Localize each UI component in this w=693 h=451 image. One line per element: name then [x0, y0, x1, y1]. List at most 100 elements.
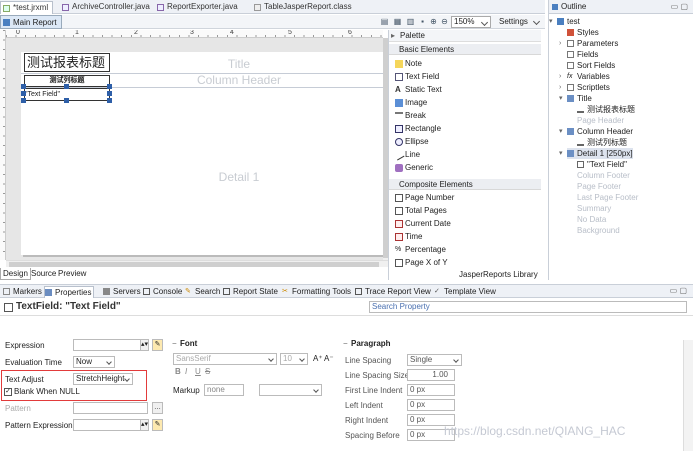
palette-item-current-date[interactable]: Current Date — [395, 218, 451, 230]
tab-properties[interactable]: Properties — [44, 286, 95, 298]
palette-item-generic[interactable]: Generic — [395, 162, 433, 174]
palette-item-note[interactable]: Note — [395, 58, 422, 70]
view-controls-icon[interactable]: ▭ ▢ — [670, 286, 687, 295]
outline-item-styles[interactable]: Styles — [567, 27, 599, 38]
pattern-expression-input[interactable] — [73, 419, 148, 431]
tab-servers[interactable]: Servers — [103, 286, 141, 298]
increase-font-icon[interactable]: A⁺ — [313, 354, 323, 363]
editor-tab-reportexporter[interactable]: ReportExporter.java — [155, 1, 242, 14]
canvas-horizontal-scrollbar[interactable] — [6, 260, 388, 267]
markup-combo[interactable] — [259, 384, 322, 396]
resize-handle[interactable] — [107, 91, 112, 96]
expression-editor-icon[interactable]: ✎ — [152, 339, 163, 351]
outline-item-last-page-footer[interactable]: Last Page Footer — [567, 192, 638, 203]
expression-stepper[interactable]: ▴▾ — [140, 339, 149, 351]
editor-tab-archivecontroller[interactable]: ArchiveController.java — [60, 1, 154, 14]
font-section-header[interactable]: Font — [172, 339, 197, 348]
pattern-expression-stepper[interactable]: ▴▾ — [140, 419, 149, 431]
palette-section-composite[interactable]: Composite Elements — [389, 179, 541, 190]
align-icon[interactable]: ▦ — [393, 17, 402, 26]
palette-item-ellipse[interactable]: Ellipse — [395, 136, 429, 148]
layout-icon[interactable]: ▤ — [380, 17, 389, 26]
design-canvas[interactable]: 测试报表标题 Title 测试列标题 Column Header "Text F… — [6, 38, 386, 260]
resize-handle[interactable] — [21, 98, 26, 103]
palette-item-text-field[interactable]: Text Field — [395, 71, 439, 83]
outline-item-column-header[interactable]: ▾ Column Header — [559, 126, 633, 137]
outline-item-column-header-text[interactable]: 测试列标题 — [577, 137, 627, 148]
font-family-select[interactable]: SansSerif — [173, 353, 277, 365]
palette-item-line[interactable]: Line — [393, 149, 420, 161]
tab-source[interactable]: Source — [29, 268, 58, 280]
resize-handle[interactable] — [21, 84, 26, 89]
outline-item-text-field[interactable]: "Text Field" — [577, 159, 627, 170]
zoom-select[interactable]: 150% — [451, 16, 491, 28]
font-size-select[interactable]: 10 — [280, 353, 308, 365]
outline-item-title-text[interactable]: 测试报表标题 — [577, 104, 635, 115]
palette-section-basic[interactable]: Basic Elements — [389, 44, 541, 55]
outline-item-detail[interactable]: ▾ Detail 1 [250px] — [559, 148, 633, 159]
tab-console[interactable]: Console — [143, 286, 182, 298]
properties-scrollbar[interactable] — [683, 340, 693, 451]
resize-handle[interactable] — [107, 84, 112, 89]
tab-template-view[interactable]: ✓ Template View — [434, 286, 496, 298]
expand-icon[interactable]: ▾ — [559, 93, 563, 104]
tab-trace-report-view[interactable]: Trace Report View — [355, 286, 431, 298]
outline-item-column-footer[interactable]: Column Footer — [567, 170, 630, 181]
outline-item-title[interactable]: ▾ Title — [559, 93, 592, 104]
tab-main-report[interactable]: Main Report — [0, 15, 62, 29]
tab-search[interactable]: ✎ Search — [185, 286, 220, 298]
palette-header[interactable]: Palette ▸ — [389, 30, 541, 42]
palette-item-time[interactable]: Time — [395, 231, 422, 243]
resize-handle[interactable] — [64, 84, 69, 89]
strikethrough-button[interactable]: S — [205, 367, 210, 376]
decrease-font-icon[interactable]: A⁻ — [324, 354, 334, 363]
palette-item-page-number[interactable]: Page Number — [395, 192, 454, 204]
expand-icon[interactable]: › — [559, 71, 561, 82]
line-spacing-size-input[interactable]: 1.00 — [407, 369, 455, 381]
scroll-thumb[interactable] — [9, 262, 379, 267]
resize-handle[interactable] — [64, 98, 69, 103]
pattern-expression-editor-icon[interactable]: ✎ — [152, 419, 163, 431]
expression-input[interactable] — [73, 339, 148, 351]
outline-item-background[interactable]: Background — [567, 225, 620, 236]
outline-item-parameters[interactable]: › Parameters — [559, 38, 618, 49]
bold-button[interactable]: B — [175, 367, 181, 376]
outline-item-sort-fields[interactable]: Sort Fields — [567, 60, 615, 71]
pattern-input[interactable] — [73, 402, 148, 414]
settings-dropdown[interactable]: Settings — [496, 16, 542, 28]
report-page[interactable]: 测试报表标题 Title 测试列标题 Column Header "Text F… — [21, 52, 386, 255]
palette-item-break[interactable]: Break — [395, 110, 426, 122]
snap-icon[interactable]: ▪ — [418, 17, 427, 26]
first-line-indent-input[interactable]: 0 px — [407, 384, 455, 396]
expand-icon[interactable]: ▾ — [559, 126, 563, 137]
pattern-browse-button[interactable]: … — [152, 402, 163, 414]
tab-report-state[interactable]: Report State — [223, 286, 278, 298]
palette-item-static-text[interactable]: A Static Text — [395, 84, 442, 96]
outline-item-summary[interactable]: Summary — [567, 203, 611, 214]
outline-item-page-footer[interactable]: Page Footer — [567, 181, 621, 192]
palette-item-rectangle[interactable]: Rectangle — [395, 123, 441, 135]
expand-icon[interactable]: ▾ — [559, 148, 563, 159]
zoom-in-icon[interactable]: ⊕ — [429, 17, 438, 26]
resize-handle[interactable] — [21, 91, 26, 96]
expand-icon[interactable]: › — [559, 38, 561, 49]
outline-root[interactable]: ▾ test — [549, 16, 580, 27]
editor-tab-tablejasperreport[interactable]: TableJasperReport.class — [252, 1, 356, 14]
palette-item-image[interactable]: Image — [395, 97, 427, 109]
format-icon[interactable]: ▥ — [406, 17, 415, 26]
expand-icon[interactable]: › — [559, 82, 561, 93]
line-spacing-select[interactable]: Single — [407, 354, 462, 366]
evaluation-time-select[interactable]: Now — [73, 356, 115, 368]
tab-markers[interactable]: Markers — [3, 286, 42, 298]
outline-item-scriptlets[interactable]: › Scriptlets — [559, 82, 610, 93]
outline-item-page-header[interactable]: Page Header — [567, 115, 624, 126]
markup-select[interactable]: none — [204, 384, 244, 396]
expand-icon[interactable]: ▾ — [549, 16, 553, 27]
outline-item-variables[interactable]: › fx Variables — [559, 71, 610, 82]
italic-button[interactable]: I — [185, 367, 187, 376]
palette-item-total-pages[interactable]: Total Pages — [395, 205, 447, 217]
paragraph-section-header[interactable]: Paragraph — [343, 339, 391, 348]
palette-item-page-x-of-y[interactable]: Page X of Y — [395, 257, 448, 269]
tab-design[interactable]: Design — [0, 268, 31, 280]
title-static-text[interactable]: 测试报表标题 — [24, 53, 110, 72]
